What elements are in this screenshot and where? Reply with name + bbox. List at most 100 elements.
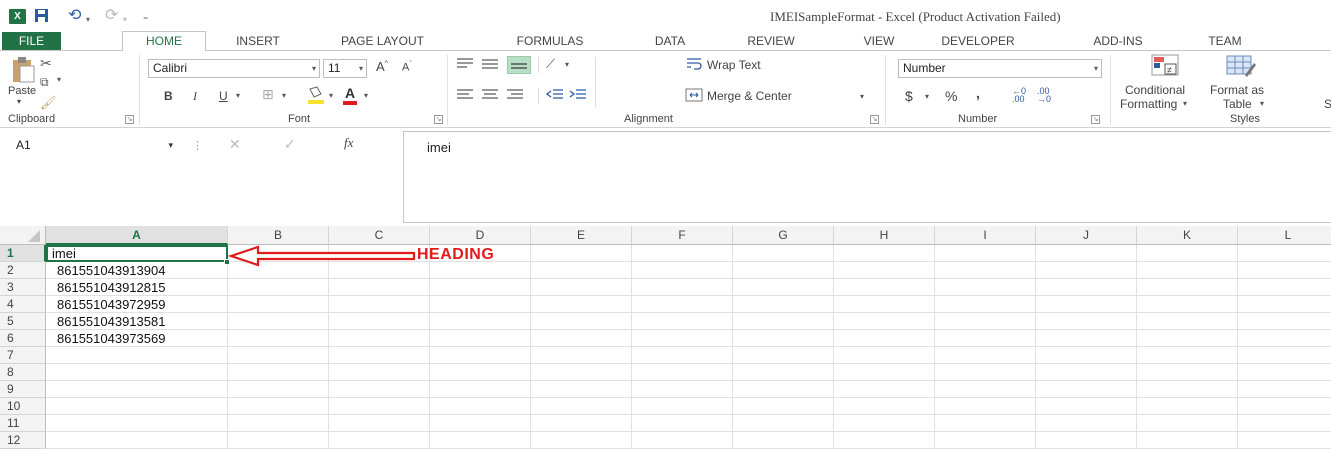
cell-k5[interactable]: [1137, 313, 1238, 330]
format-as-table-icon[interactable]: [1225, 53, 1257, 82]
cell-i4[interactable]: [935, 296, 1036, 313]
cell-g9[interactable]: [733, 381, 834, 398]
cell-k11[interactable]: [1137, 415, 1238, 432]
cell-c11[interactable]: [329, 415, 430, 432]
cell-b4[interactable]: [228, 296, 329, 313]
cell-b7[interactable]: [228, 347, 329, 364]
cell-e8[interactable]: [531, 364, 632, 381]
cell-f7[interactable]: [632, 347, 733, 364]
column-header-a[interactable]: A: [46, 226, 228, 245]
cell-l11[interactable]: [1238, 415, 1331, 432]
cell-l7[interactable]: [1238, 347, 1331, 364]
cell-e6[interactable]: [531, 330, 632, 347]
italic-button[interactable]: I: [193, 89, 197, 104]
comma-button[interactable]: ,: [976, 85, 980, 101]
cell-j6[interactable]: [1036, 330, 1137, 347]
cell-k6[interactable]: [1137, 330, 1238, 347]
cell-l3[interactable]: [1238, 279, 1331, 296]
cell-i5[interactable]: [935, 313, 1036, 330]
borders-icon[interactable]: ⊞: [262, 86, 274, 103]
cell-h6[interactable]: [834, 330, 935, 347]
merge-center-button[interactable]: Merge & Center: [707, 89, 792, 103]
wrap-text-icon[interactable]: [685, 57, 703, 74]
column-header-l[interactable]: L: [1238, 226, 1331, 245]
row-header-5[interactable]: 5: [0, 313, 46, 330]
cell-h11[interactable]: [834, 415, 935, 432]
row-header-4[interactable]: 4: [0, 296, 46, 313]
cell-c12[interactable]: [329, 432, 430, 449]
increase-decimal-icon[interactable]: ←0.00: [1012, 87, 1026, 104]
top-align-icon[interactable]: [455, 57, 475, 74]
cell-h9[interactable]: [834, 381, 935, 398]
cell-j11[interactable]: [1036, 415, 1137, 432]
cell-c3[interactable]: [329, 279, 430, 296]
cell-k10[interactable]: [1137, 398, 1238, 415]
cell-a6[interactable]: 861551043973569: [46, 330, 228, 347]
currency-dropdown-icon[interactable]: ▾: [925, 92, 929, 101]
cell-d7[interactable]: [430, 347, 531, 364]
percent-button[interactable]: %: [945, 88, 957, 104]
cell-e1[interactable]: [531, 245, 632, 262]
fill-color-icon[interactable]: [306, 85, 326, 105]
cell-a9[interactable]: [46, 381, 228, 398]
column-header-i[interactable]: I: [935, 226, 1036, 245]
font-color-dropdown-icon[interactable]: ▾: [364, 91, 368, 100]
cell-i6[interactable]: [935, 330, 1036, 347]
middle-align-icon[interactable]: [480, 57, 500, 74]
shrink-font-icon[interactable]: Aˇ: [402, 61, 412, 74]
cell-h8[interactable]: [834, 364, 935, 381]
cell-f1[interactable]: [632, 245, 733, 262]
cell-f12[interactable]: [632, 432, 733, 449]
fill-color-dropdown-icon[interactable]: ▾: [329, 91, 333, 100]
cell-e3[interactable]: [531, 279, 632, 296]
cell-k1[interactable]: [1137, 245, 1238, 262]
cell-d9[interactable]: [430, 381, 531, 398]
merge-center-icon[interactable]: [685, 88, 703, 105]
conditional-formatting-button[interactable]: Conditional: [1125, 83, 1185, 97]
cell-f2[interactable]: [632, 262, 733, 279]
cell-e12[interactable]: [531, 432, 632, 449]
cell-h3[interactable]: [834, 279, 935, 296]
cell-k3[interactable]: [1137, 279, 1238, 296]
cell-d10[interactable]: [430, 398, 531, 415]
cell-g12[interactable]: [733, 432, 834, 449]
cell-h2[interactable]: [834, 262, 935, 279]
increase-indent-icon[interactable]: [568, 88, 588, 105]
redo-icon[interactable]: ⟳: [105, 8, 118, 24]
cell-g8[interactable]: [733, 364, 834, 381]
column-header-c[interactable]: C: [329, 226, 430, 245]
cell-d6[interactable]: [430, 330, 531, 347]
alignment-launcher-icon[interactable]: ↘: [870, 115, 879, 124]
cell-g2[interactable]: [733, 262, 834, 279]
cell-styles-button-clipped[interactable]: S: [1324, 97, 1331, 111]
cell-h12[interactable]: [834, 432, 935, 449]
cell-e7[interactable]: [531, 347, 632, 364]
cell-k12[interactable]: [1137, 432, 1238, 449]
row-header-11[interactable]: 11: [0, 415, 46, 432]
cell-f4[interactable]: [632, 296, 733, 313]
cell-c4[interactable]: [329, 296, 430, 313]
cell-i3[interactable]: [935, 279, 1036, 296]
cell-i1[interactable]: [935, 245, 1036, 262]
cell-a5[interactable]: 861551043913581: [46, 313, 228, 330]
tab-data[interactable]: DATA: [644, 32, 696, 51]
cell-i12[interactable]: [935, 432, 1036, 449]
align-right-icon[interactable]: [505, 88, 525, 105]
cell-b6[interactable]: [228, 330, 329, 347]
conditional-dropdown-icon[interactable]: ▾: [1183, 99, 1187, 108]
decrease-indent-icon[interactable]: [545, 88, 565, 105]
grow-font-icon[interactable]: A^: [376, 59, 388, 74]
cell-j1[interactable]: [1036, 245, 1137, 262]
cell-j4[interactable]: [1036, 296, 1137, 313]
underline-button[interactable]: U: [219, 89, 228, 103]
cell-j3[interactable]: [1036, 279, 1137, 296]
cell-a12[interactable]: [46, 432, 228, 449]
font-color-icon[interactable]: A: [343, 85, 358, 105]
font-name-select[interactable]: Calibri ▾: [148, 59, 320, 78]
orientation-dropdown-icon[interactable]: ▾: [565, 60, 569, 69]
cell-d2[interactable]: [430, 262, 531, 279]
cell-b5[interactable]: [228, 313, 329, 330]
bottom-align-icon[interactable]: [507, 56, 531, 74]
row-header-8[interactable]: 8: [0, 364, 46, 381]
tab-file[interactable]: FILE: [2, 32, 61, 51]
